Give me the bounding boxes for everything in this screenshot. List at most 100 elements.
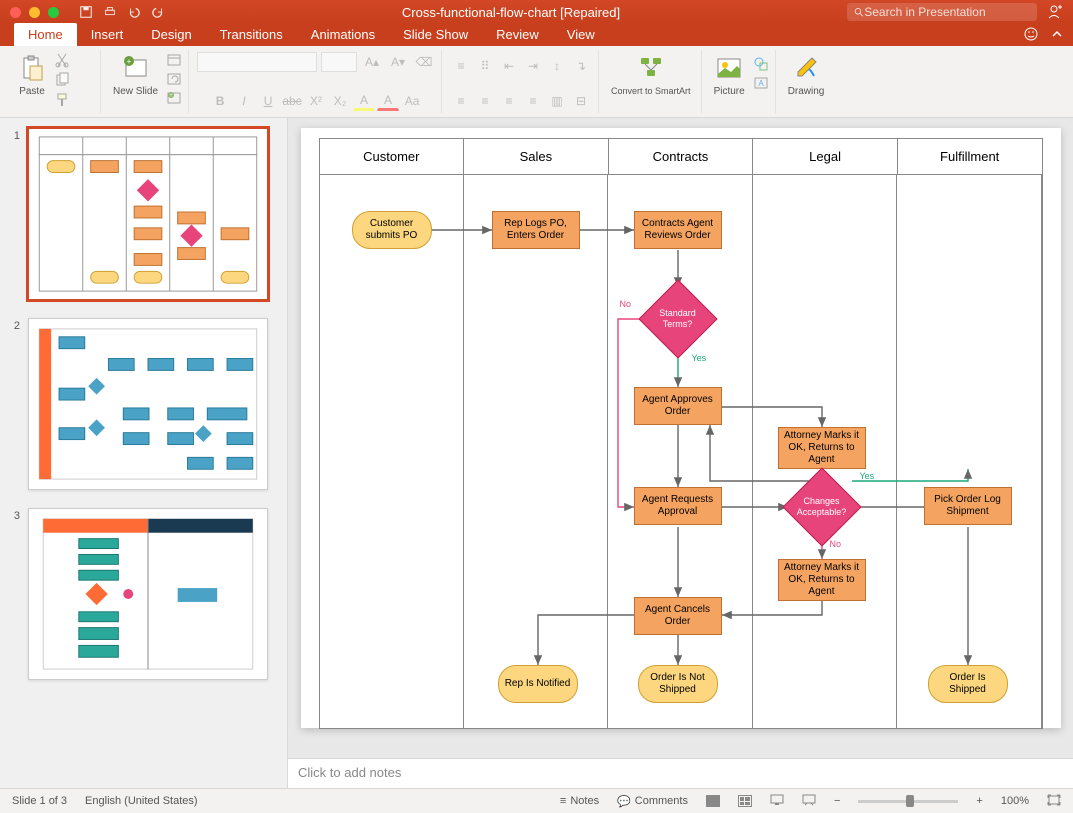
strike-button[interactable]: abc [281,91,303,111]
collapse-ribbon-icon[interactable] [1051,28,1063,40]
columns-icon[interactable]: ▥ [546,91,568,111]
convert-smartart-button[interactable]: Convert to SmartArt [607,52,695,98]
language-indicator[interactable]: English (United States) [85,795,198,807]
text-direction-icon[interactable]: ↴ [570,56,592,76]
tab-design[interactable]: Design [137,23,205,46]
shape-process[interactable]: Agent Requests Approval [634,487,722,525]
format-painter-icon[interactable] [54,92,70,108]
font-color-button[interactable]: A [377,91,399,111]
paste-button[interactable]: Paste [14,52,50,99]
reading-view-icon[interactable] [770,794,784,809]
drawing-button[interactable]: Drawing [784,52,829,99]
superscript-button[interactable]: X² [305,91,327,111]
maximize-icon[interactable] [48,7,59,18]
shrink-font-icon[interactable]: A▾ [387,52,409,72]
shape-terminator[interactable]: Rep Is Notified [498,665,578,703]
sorter-view-icon[interactable] [738,795,752,807]
undo-icon[interactable] [127,5,141,19]
search-icon [853,6,864,18]
emoji-icon[interactable] [1023,26,1039,42]
shape-decision[interactable]: Changes Acceptable? [790,475,854,539]
shape-terminator[interactable]: Order Is Shipped [928,665,1008,703]
thumbnail-1[interactable] [28,128,268,300]
shape-process[interactable]: Agent Cancels Order [634,597,722,635]
italic-button[interactable]: I [233,91,255,111]
main-area: 1 [0,118,1073,788]
shape-process[interactable]: Attorney Marks it OK, Returns to Agent [778,559,866,601]
zoom-in-button[interactable]: + [976,795,982,807]
bold-button[interactable]: B [209,91,231,111]
thumb-number: 3 [8,508,20,680]
picture-button[interactable]: Picture [710,52,749,99]
slide-canvas[interactable]: Customer Sales Contracts Legal Fulfillme… [288,118,1073,758]
tab-home[interactable]: Home [14,23,77,46]
indent-inc-icon[interactable]: ⇥ [522,56,544,76]
bullets-icon[interactable]: ≡ [450,56,472,76]
new-slide-button[interactable]: + New Slide [109,52,162,106]
change-case-button[interactable]: Aa [401,91,423,111]
titlebar: Cross-functional-flow-chart [Repaired] [0,0,1073,24]
save-icon[interactable] [79,5,93,19]
notes-toggle[interactable]: ≡ Notes [560,795,599,807]
shape-decision[interactable]: Standard Terms? [646,287,710,351]
tab-view[interactable]: View [553,23,609,46]
tab-transitions[interactable]: Transitions [206,23,297,46]
search-box[interactable] [847,3,1037,21]
redo-icon[interactable] [151,5,165,19]
zoom-level[interactable]: 100% [1001,795,1029,807]
font-select[interactable] [197,52,317,72]
copy-icon[interactable] [54,72,70,88]
align-right-icon[interactable]: ≡ [498,91,520,111]
shape-process[interactable]: Contracts Agent Reviews Order [634,211,722,249]
align-text-icon[interactable]: ⊟ [570,91,592,111]
tab-slideshow[interactable]: Slide Show [389,23,482,46]
notes-pane[interactable]: Click to add notes [288,758,1073,788]
fit-window-icon[interactable] [1047,794,1061,809]
shape-terminator[interactable]: Customer submits PO [352,211,432,249]
shape-process[interactable]: Rep Logs PO, Enters Order [492,211,580,249]
tab-animations[interactable]: Animations [297,23,389,46]
font-size-select[interactable] [321,52,357,72]
lane-header: Legal [753,139,898,174]
shapes-icon[interactable] [753,56,769,72]
share-icon[interactable] [1045,3,1063,21]
close-icon[interactable] [10,7,21,18]
justify-icon[interactable]: ≡ [522,91,544,111]
zoom-out-button[interactable]: − [834,795,840,807]
decision-label-no: No [830,539,842,549]
normal-view-icon[interactable] [706,795,720,807]
textbox-icon[interactable]: A [753,75,769,91]
picture-group: Picture A [704,50,776,113]
shape-process[interactable]: Pick Order Log Shipment [924,487,1012,525]
status-bar: Slide 1 of 3 English (United States) ≡ N… [0,788,1073,813]
shape-process[interactable]: Agent Approves Order [634,387,722,425]
indent-dec-icon[interactable]: ⇤ [498,56,520,76]
grow-font-icon[interactable]: A▴ [361,52,383,72]
reset-icon[interactable] [166,71,182,87]
decision-label-yes: Yes [860,471,875,481]
print-icon[interactable] [103,5,117,19]
underline-button[interactable]: U [257,91,279,111]
align-left-icon[interactable]: ≡ [450,91,472,111]
layout-icon[interactable] [166,52,182,68]
slideshow-view-icon[interactable] [802,794,816,809]
search-input[interactable] [864,5,1031,19]
thumbnail-2[interactable] [28,318,268,490]
clear-format-icon[interactable]: ⌫ [413,52,435,72]
numbering-icon[interactable]: ⠿ [474,56,496,76]
comments-toggle[interactable]: 💬 Comments [617,795,688,808]
subscript-button[interactable]: X₂ [329,91,351,111]
thumbnail-3[interactable] [28,508,268,680]
highlight-button[interactable]: A [353,91,375,111]
tab-review[interactable]: Review [482,23,553,46]
shape-process[interactable]: Attorney Marks it OK, Returns to Agent [778,427,866,469]
section-icon[interactable]: + [166,90,182,106]
line-spacing-icon[interactable]: ↕ [546,56,568,76]
zoom-slider[interactable] [858,800,958,803]
shape-terminator[interactable]: Order Is Not Shipped [638,665,718,703]
cut-icon[interactable] [54,52,70,68]
editor-pane: Customer Sales Contracts Legal Fulfillme… [288,118,1073,788]
minimize-icon[interactable] [29,7,40,18]
tab-insert[interactable]: Insert [77,23,138,46]
align-center-icon[interactable]: ≡ [474,91,496,111]
